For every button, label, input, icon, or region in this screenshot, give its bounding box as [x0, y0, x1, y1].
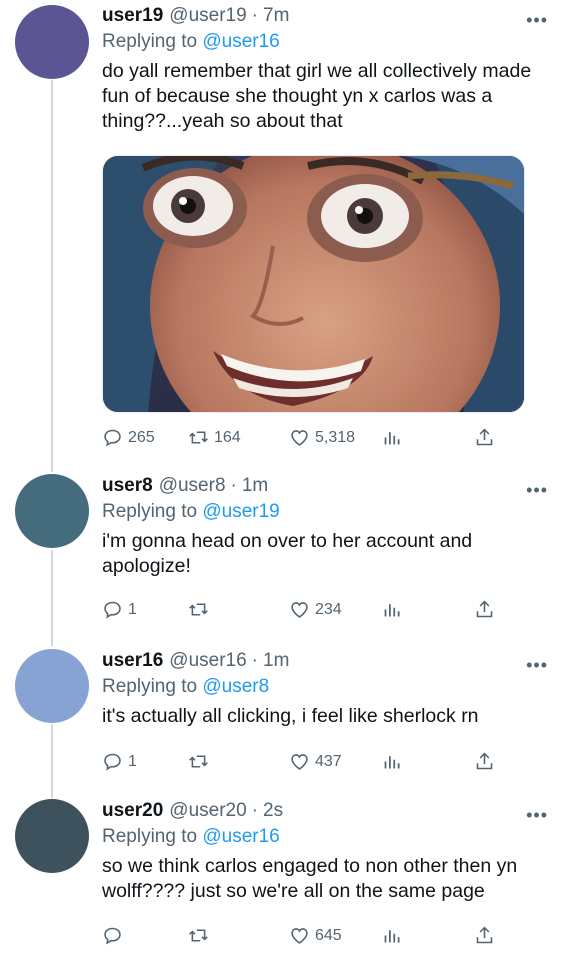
share-icon	[476, 600, 493, 618]
mention-link[interactable]: @user16	[202, 31, 279, 52]
like-button[interactable]: 5,318	[289, 427, 355, 448]
retweet-button[interactable]: 164	[188, 427, 241, 448]
more-icon[interactable]: •••	[526, 480, 548, 501]
reply-count: 1	[128, 752, 137, 770]
like-icon	[291, 602, 308, 618]
retweet-button[interactable]	[188, 751, 214, 772]
mention-link[interactable]: @user8	[202, 676, 269, 697]
separator-dot: ·	[251, 800, 258, 821]
like-icon	[291, 430, 308, 446]
analytics-icon	[384, 432, 400, 445]
user-handle[interactable]: @user20	[169, 799, 246, 823]
analytics-button[interactable]	[382, 751, 403, 772]
avatar[interactable]	[15, 474, 89, 548]
timestamp[interactable]: 1m	[263, 649, 289, 673]
reply-icon	[104, 429, 121, 447]
analytics-button[interactable]	[382, 925, 403, 946]
retweet-icon	[189, 929, 208, 942]
reply-icon	[104, 927, 121, 945]
timestamp[interactable]: 7m	[263, 4, 289, 28]
more-icon[interactable]: •••	[526, 10, 548, 31]
replying-to: Replying to @user16	[102, 30, 550, 54]
replying-to: Replying to @user19	[102, 500, 550, 524]
share-button[interactable]	[474, 599, 495, 620]
retweet-count: 164	[214, 428, 241, 446]
user-handle[interactable]: @user19	[169, 4, 246, 28]
reply-icon	[104, 601, 121, 619]
display-name[interactable]: user19	[102, 4, 163, 28]
replying-to: Replying to @user16	[102, 825, 550, 849]
analytics-button[interactable]	[382, 427, 403, 448]
replying-to-label: Replying to	[102, 826, 203, 847]
media-illustration	[103, 156, 524, 412]
like-count: 437	[315, 752, 342, 770]
tweet-text: so we think carlos engaged to non other …	[102, 855, 518, 902]
separator-dot: ·	[251, 5, 258, 26]
reply-count: 265	[128, 428, 155, 446]
like-count: 645	[315, 926, 342, 944]
separator-dot: ·	[230, 475, 237, 496]
tweet-image[interactable]	[102, 155, 525, 413]
more-icon[interactable]: •••	[526, 655, 548, 676]
tweet[interactable]: user19 @user19 · 7m Replying to @user16 …	[0, 0, 566, 470]
tweet[interactable]: user20 @user20 · 2s Replying to @user16 …	[0, 795, 566, 960]
share-button[interactable]	[474, 751, 495, 772]
avatar[interactable]	[15, 799, 89, 873]
like-button[interactable]: 234	[289, 599, 342, 620]
tweet-text: do yall remember that girl we all collec…	[102, 60, 532, 132]
share-icon	[476, 428, 493, 446]
replying-to: Replying to @user8	[102, 675, 550, 699]
analytics-icon	[384, 604, 400, 617]
display-name[interactable]: user20	[102, 799, 163, 823]
tweet-text: i'm gonna head on over to her account an…	[102, 530, 473, 577]
tweet-text: it's actually all clicking, i feel like …	[102, 705, 479, 727]
like-button[interactable]: 645	[289, 925, 342, 946]
replying-to-label: Replying to	[102, 501, 203, 522]
tweet[interactable]: user16 @user16 · 1m Replying to @user8 i…	[0, 645, 566, 795]
share-icon	[476, 926, 493, 944]
timestamp[interactable]: 2s	[263, 799, 283, 823]
reply-button[interactable]: 1	[102, 751, 137, 772]
reply-button[interactable]	[102, 925, 128, 946]
analytics-icon	[384, 756, 400, 769]
separator-dot: ·	[251, 650, 258, 671]
display-name[interactable]: user8	[102, 474, 153, 498]
reply-button[interactable]: 1	[102, 599, 137, 620]
retweet-icon	[189, 755, 208, 768]
reply-count: 1	[128, 600, 137, 618]
avatar[interactable]	[15, 5, 89, 79]
mention-link[interactable]: @user16	[202, 826, 279, 847]
share-button[interactable]	[474, 925, 495, 946]
timestamp[interactable]: 1m	[242, 474, 268, 498]
reply-button[interactable]: 265	[102, 427, 155, 448]
analytics-button[interactable]	[382, 599, 403, 620]
tweet[interactable]: user8 @user8 · 1m Replying to @user19 i'…	[0, 470, 566, 645]
replying-to-label: Replying to	[102, 676, 203, 697]
user-handle[interactable]: @user16	[169, 649, 246, 673]
analytics-icon	[384, 930, 400, 943]
retweet-button[interactable]	[188, 599, 214, 620]
display-name[interactable]: user16	[102, 649, 163, 673]
share-icon	[476, 752, 493, 770]
retweet-icon	[189, 431, 208, 444]
like-button[interactable]: 437	[289, 751, 342, 772]
like-count: 5,318	[315, 428, 356, 446]
like-icon	[291, 754, 308, 770]
retweet-icon	[189, 603, 208, 616]
mention-link[interactable]: @user19	[202, 501, 279, 522]
like-icon	[291, 928, 308, 944]
like-count: 234	[315, 600, 342, 618]
user-handle[interactable]: @user8	[159, 474, 226, 498]
replying-to-label: Replying to	[102, 31, 203, 52]
reply-icon	[104, 753, 121, 771]
retweet-button[interactable]	[188, 925, 214, 946]
more-icon[interactable]: •••	[526, 805, 548, 826]
share-button[interactable]	[474, 427, 495, 448]
avatar[interactable]	[15, 649, 89, 723]
